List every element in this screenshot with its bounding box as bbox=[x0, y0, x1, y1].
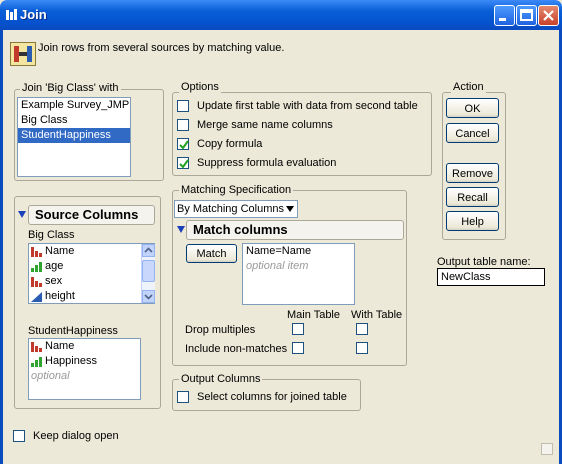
drop-multiples-label: Drop multiples bbox=[185, 324, 256, 336]
join-with-label: Join 'Big Class' with bbox=[20, 82, 121, 94]
option-checkbox[interactable] bbox=[177, 100, 189, 112]
disclosure-triangle-icon[interactable] bbox=[18, 211, 26, 218]
student-happiness-label: StudentHappiness bbox=[28, 325, 118, 337]
window-title: Join bbox=[20, 7, 47, 22]
match-disclosure-triangle-icon[interactable] bbox=[177, 226, 185, 233]
source-columns-title[interactable]: Source Columns bbox=[28, 205, 155, 225]
option-checkbox[interactable] bbox=[177, 119, 189, 131]
maximize-button[interactable] bbox=[516, 5, 537, 26]
column-item[interactable]: height bbox=[29, 289, 154, 304]
scroll-down-icon bbox=[144, 294, 153, 300]
description-text: Join rows from several sources by matchi… bbox=[38, 42, 285, 54]
jmp-app-icon bbox=[6, 9, 17, 20]
with-table-header: With Table bbox=[351, 309, 403, 321]
matching-method-value: By Matching Columns bbox=[177, 203, 284, 215]
chevron-down-icon bbox=[286, 206, 294, 212]
remove-button[interactable]: Remove bbox=[446, 163, 499, 183]
checkmark-icon bbox=[179, 159, 189, 169]
join-table-list[interactable]: Example Survey_JMP Big Class StudentHappin… bbox=[17, 97, 131, 177]
select-columns-label: Select columns for joined table bbox=[197, 391, 347, 403]
student-happiness-columns-list[interactable]: Name Happiness optional bbox=[28, 338, 141, 400]
output-columns-label: Output Columns bbox=[179, 373, 263, 385]
nominal-icon bbox=[31, 276, 42, 287]
column-name: Happiness bbox=[45, 355, 97, 367]
column-name: height bbox=[45, 290, 75, 302]
window-frame-left bbox=[0, 30, 3, 464]
join-table-item[interactable]: Big Class bbox=[18, 113, 130, 128]
option-checkbox[interactable] bbox=[177, 157, 189, 169]
cancel-button[interactable]: Cancel bbox=[446, 123, 499, 143]
match-columns-list[interactable]: Name=Name optional item bbox=[242, 243, 355, 305]
scroll-thumb[interactable] bbox=[142, 260, 155, 282]
join-icon bbox=[10, 42, 36, 66]
close-button[interactable] bbox=[538, 5, 559, 26]
big-class-columns-list[interactable]: Name age sex height bbox=[28, 243, 155, 304]
drop-multiples-with-checkbox[interactable] bbox=[356, 323, 368, 335]
nominal-icon bbox=[31, 341, 42, 352]
ordinal-icon bbox=[31, 261, 42, 272]
join-table-item[interactable]: Example Survey_JMP bbox=[18, 98, 130, 113]
option-label: Suppress formula evaluation bbox=[197, 157, 337, 169]
select-columns-checkbox[interactable] bbox=[177, 391, 189, 403]
minimize-icon bbox=[499, 18, 506, 21]
ok-button[interactable]: OK bbox=[446, 98, 499, 118]
match-button[interactable]: Match bbox=[186, 244, 237, 263]
continuous-icon bbox=[31, 291, 42, 302]
match-pair-item[interactable]: Name=Name bbox=[243, 244, 354, 259]
option-checkbox[interactable] bbox=[177, 138, 189, 150]
columns-scrollbar[interactable] bbox=[141, 244, 155, 303]
ordinal-icon bbox=[31, 356, 42, 367]
recall-button[interactable]: Recall bbox=[446, 187, 499, 207]
help-button[interactable]: Help bbox=[446, 211, 499, 231]
column-name: Name bbox=[45, 340, 75, 352]
join-table-item[interactable]: StudentHappiness bbox=[18, 128, 130, 143]
scroll-down-button[interactable] bbox=[142, 290, 155, 303]
column-item[interactable]: Name bbox=[29, 339, 140, 354]
options-label: Options bbox=[179, 81, 221, 93]
keep-dialog-open-label: Keep dialog open bbox=[33, 430, 119, 442]
column-name: Name bbox=[45, 245, 75, 257]
matching-method-select[interactable]: By Matching Columns bbox=[174, 200, 298, 218]
option-label: Merge same name columns bbox=[197, 119, 333, 131]
nominal-icon bbox=[31, 246, 42, 257]
optional-placeholder: optional bbox=[31, 370, 70, 382]
column-item[interactable]: age bbox=[29, 259, 154, 274]
column-item[interactable]: Happiness bbox=[29, 354, 140, 369]
main-table-header: Main Table bbox=[287, 309, 340, 321]
resize-grip[interactable] bbox=[541, 443, 553, 455]
option-label: Update first table with data from second… bbox=[197, 100, 418, 112]
include-non-matches-label: Include non-matches bbox=[185, 343, 288, 355]
scroll-up-icon bbox=[144, 247, 153, 253]
column-item[interactable]: Name bbox=[29, 244, 154, 259]
minimize-button[interactable] bbox=[494, 5, 515, 26]
column-name: age bbox=[45, 260, 64, 272]
column-name: sex bbox=[45, 275, 63, 287]
matching-specification-label: Matching Specification bbox=[179, 184, 294, 196]
action-label: Action bbox=[451, 81, 486, 93]
big-class-label: Big Class bbox=[28, 229, 75, 241]
output-table-name-input[interactable]: NewClass bbox=[437, 268, 545, 286]
include-non-matches-main-checkbox[interactable] bbox=[292, 342, 304, 354]
optional-item-placeholder: optional item bbox=[246, 260, 309, 272]
title-bar[interactable] bbox=[0, 0, 562, 30]
match-columns-title[interactable]: Match columns bbox=[186, 220, 404, 240]
close-icon bbox=[543, 10, 554, 21]
include-non-matches-with-checkbox[interactable] bbox=[356, 342, 368, 354]
maximize-icon bbox=[520, 9, 533, 21]
scroll-up-button[interactable] bbox=[142, 244, 155, 257]
option-label: Copy formula bbox=[197, 138, 263, 150]
checkmark-icon bbox=[179, 140, 189, 150]
column-item[interactable]: sex bbox=[29, 274, 154, 289]
drop-multiples-main-checkbox[interactable] bbox=[292, 323, 304, 335]
output-table-name-label: Output table name: bbox=[437, 256, 531, 268]
keep-dialog-open-checkbox[interactable] bbox=[13, 430, 25, 442]
